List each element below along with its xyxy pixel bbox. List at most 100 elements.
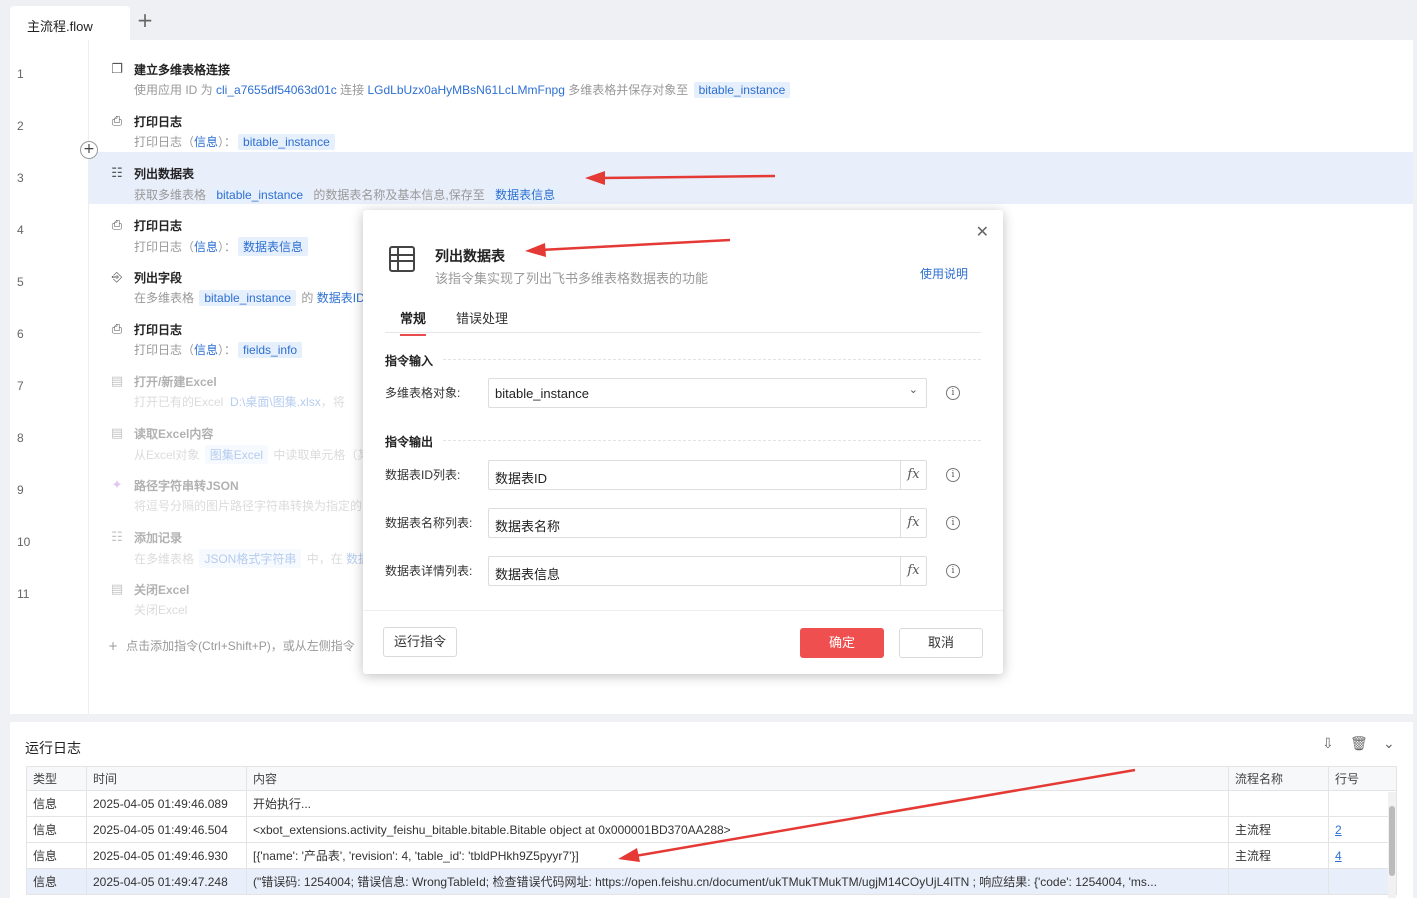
table-detail-list-field[interactable]: 数据表信息 fx: [488, 556, 927, 586]
tab-bar: 主流程.flow +: [0, 0, 1417, 40]
column-header[interactable]: 行号: [1328, 766, 1397, 791]
step-description: 在多维表格 bitable_instance 的 数据表ID: [134, 290, 365, 306]
trash-icon[interactable]: 🗑: [1350, 736, 1368, 752]
step-title: 路径字符串转JSON: [134, 479, 239, 493]
column-header[interactable]: 流程名称: [1228, 766, 1329, 791]
table-icon: ☷: [111, 530, 123, 545]
column-header[interactable]: 时间: [86, 766, 247, 791]
line-number: 10: [17, 535, 31, 549]
log-row[interactable]: 信息 2025-04-05 01:49:47.248 ("错误码: 125400…: [26, 868, 1397, 895]
log-line-link: [1328, 868, 1397, 895]
field-value: 数据表信息: [495, 567, 561, 582]
step-title: 打印日志: [134, 115, 183, 129]
log-type: 信息: [26, 790, 87, 817]
window-icon: ❐: [111, 62, 123, 77]
dialog-title: 列出数据表: [435, 248, 505, 264]
log-table: 类型 时间 内容 流程名称 行号 信息 2025-04-05 01:49:46.…: [26, 766, 1397, 895]
export-icon[interactable]: ⇩: [1322, 736, 1334, 752]
step-title: 建立多维表格连接: [134, 63, 231, 77]
step-description: 获取多维表格 bitable_instance 的数据表名称及基本信息,保存至 …: [134, 185, 562, 204]
line-number: 2: [17, 119, 24, 133]
help-link[interactable]: 使用说明: [920, 265, 968, 282]
log-content: <xbot_extensions.activity_feishu_bitable…: [246, 816, 1229, 843]
printer-icon: ⎙: [111, 322, 123, 337]
info-icon[interactable]: i: [946, 468, 960, 482]
fx-icon[interactable]: fx: [900, 557, 926, 585]
add-tab-icon[interactable]: +: [136, 10, 154, 30]
log-header-row: 类型 时间 内容 流程名称 行号: [26, 766, 1397, 791]
log-line-link[interactable]: 4: [1328, 842, 1397, 869]
line-number: 8: [17, 431, 24, 445]
line-number: 4: [17, 223, 24, 237]
cancel-button[interactable]: 取消: [899, 628, 983, 658]
step-description: 打印日志（信息）： fields_info: [134, 341, 304, 358]
log-scrollbar[interactable]: [1388, 792, 1396, 898]
confirm-button[interactable]: 确定: [800, 628, 884, 658]
field-value: 数据表名称: [495, 519, 561, 534]
log-flow-name: [1228, 790, 1329, 817]
input-section-title: 指令输入: [385, 354, 434, 368]
flow-step-list-tables[interactable]: ☷ 列出数据表 获取多维表格 bitable_instance 的数据表名称及基…: [89, 152, 1413, 204]
insert-step-button[interactable]: +: [80, 141, 98, 159]
column-header[interactable]: 类型: [26, 766, 87, 791]
field-label: 数据表详情列表:: [385, 564, 473, 578]
step-description: 打印日志（信息）： bitable_instance: [134, 133, 337, 150]
tab-general[interactable]: 常规: [400, 308, 427, 336]
log-time: 2025-04-05 01:49:46.930: [86, 842, 247, 869]
step-description: 打印日志（信息）： 数据表信息: [134, 237, 310, 256]
log-time: 2025-04-05 01:49:46.504: [86, 816, 247, 843]
step-title: 添加记录: [134, 531, 183, 545]
step-description: 使用应用 ID 为 cli_a7655df54063d01c 连接 LGdLbU…: [134, 81, 792, 98]
step-title: 关闭Excel: [134, 583, 190, 597]
step-description: 从Excel对象 图集Excel 中读取单元格（某: [134, 445, 369, 464]
scrollbar-thumb[interactable]: [1389, 806, 1395, 876]
log-line-link[interactable]: 2: [1328, 816, 1397, 843]
log-row[interactable]: 信息 2025-04-05 01:49:46.930 [{'name': '产品…: [26, 842, 1397, 869]
column-header[interactable]: 内容: [246, 766, 1229, 791]
flow-step-print-log[interactable]: ⎙ 打印日志 打印日志（信息）： bitable_instance: [89, 100, 1413, 152]
bitable-object-select[interactable]: bitable_instance ⌄: [488, 378, 927, 408]
table-name-list-field[interactable]: 数据表名称 fx: [488, 508, 927, 538]
table-id-list-field[interactable]: 数据表ID fx: [488, 460, 927, 490]
chevron-down-icon[interactable]: ⌄: [1383, 736, 1395, 752]
log-time: 2025-04-05 01:49:47.248: [86, 868, 247, 895]
step-title: 打印日志: [134, 219, 183, 233]
info-icon[interactable]: i: [946, 516, 960, 530]
list-tables-dialog: ✕ 列出数据表 该指令集实现了列出飞书多维表格数据表的功能 使用说明 常规 错误…: [363, 210, 1003, 674]
line-number: 3: [17, 171, 24, 185]
info-icon[interactable]: i: [946, 386, 960, 400]
excel-icon: ▤: [110, 374, 124, 389]
section-divider: [443, 440, 981, 441]
run-instruction-button[interactable]: 运行指令: [383, 627, 457, 657]
tab-main-flow[interactable]: 主流程.flow: [10, 6, 130, 40]
chevron-down-icon[interactable]: ⌄: [909, 383, 918, 396]
fx-icon[interactable]: fx: [900, 461, 926, 489]
printer-icon: ⎙: [111, 218, 123, 233]
flow-step-create-connection[interactable]: ❐ 建立多维表格连接 使用应用 ID 为 cli_a7655df54063d01…: [89, 48, 1413, 100]
dialog-tabs: 常规 错误处理: [385, 306, 981, 336]
log-content: ("错误码: 1254004; 错误信息: WrongTableId; 检查错误…: [246, 868, 1229, 895]
line-number-gutter: 1 2 3 4 5 6 7 8 9 10 11: [10, 40, 89, 714]
line-number: 11: [17, 587, 30, 601]
close-icon[interactable]: ✕: [976, 222, 989, 241]
log-flow-name: 主流程: [1228, 816, 1329, 843]
line-number: 1: [17, 67, 24, 81]
fx-icon[interactable]: fx: [900, 509, 926, 537]
log-type: 信息: [26, 842, 87, 869]
line-number: 5: [17, 275, 24, 289]
run-log-panel: 运行日志 ⇩ 🗑 ⌄ 类型 时间 内容 流程名称 行号 信息 2025-04-0…: [10, 722, 1413, 898]
add-instruction-hint[interactable]: + 点击添加指令(Ctrl+Shift+P)，或从左侧指令: [108, 637, 355, 654]
step-description: 在多维表格 JSON格式字符串 中，在 数据: [134, 549, 370, 568]
step-title: 打开/新建Excel: [134, 375, 217, 389]
step-title: 列出数据表: [134, 167, 195, 181]
excel-icon: ▤: [110, 426, 124, 441]
log-time: 2025-04-05 01:49:46.089: [86, 790, 247, 817]
tab-error-handling[interactable]: 错误处理: [456, 308, 508, 334]
table-icon: ☷: [111, 166, 123, 181]
log-row[interactable]: 信息 2025-04-05 01:49:46.089 开始执行...: [26, 790, 1397, 817]
select-value: bitable_instance: [495, 386, 589, 401]
section-divider: [443, 359, 981, 360]
log-row[interactable]: 信息 2025-04-05 01:49:46.504 <xbot_extensi…: [26, 816, 1397, 843]
field-label: 数据表名称列表:: [385, 516, 473, 530]
info-icon[interactable]: i: [946, 564, 960, 578]
